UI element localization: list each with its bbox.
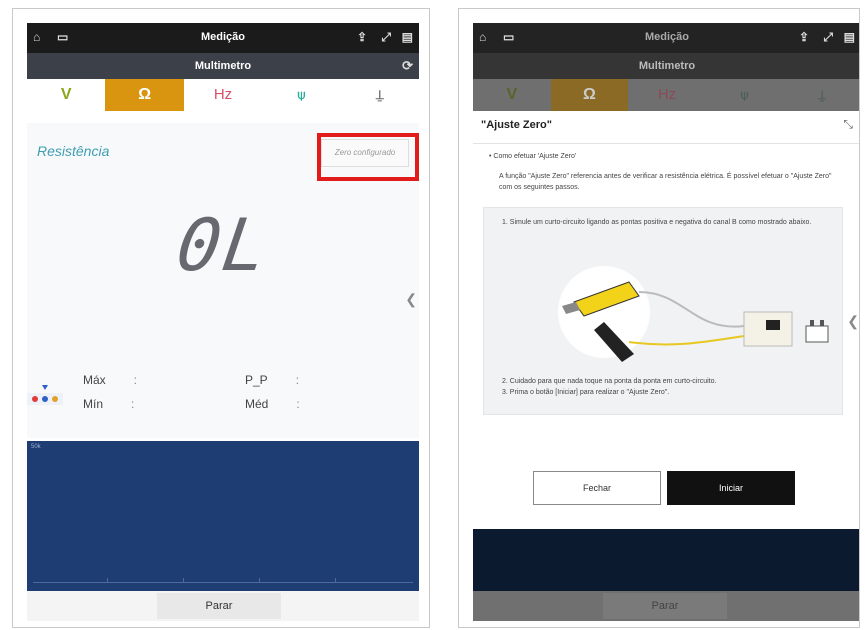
- dialog-title: "Ajuste Zero": [481, 119, 552, 131]
- app-bar: Multimetro: [473, 53, 859, 79]
- stat-colon: :: [296, 397, 300, 411]
- tab-resistance[interactable]: Ω: [105, 79, 184, 111]
- tab-resistance: Ω: [550, 79, 629, 111]
- expand-icon: ⤢: [823, 30, 833, 44]
- start-button[interactable]: Iniciar: [667, 471, 795, 505]
- tab-continuity[interactable]: ⍊: [341, 79, 419, 111]
- stat-colon: :: [295, 373, 300, 387]
- dialog-section-heading: • Como efetuar 'Ajuste Zero': [489, 153, 577, 160]
- app-title: Multimetro: [194, 60, 252, 72]
- stat-pp-label: P_P: [245, 373, 268, 387]
- graph-scale-label: 50k: [31, 444, 41, 450]
- stat-colon: :: [133, 373, 138, 387]
- bottom-bar: Parar: [27, 591, 419, 621]
- graph-tick: [259, 578, 260, 582]
- app-bar: Multimetro ⟳: [27, 53, 419, 79]
- stat-min-label: Mín: [83, 397, 104, 411]
- stat-max: Máx:: [83, 373, 137, 387]
- diode-icon: ⍦: [740, 87, 749, 102]
- instruction-step-3: 3. Prima o botão [Iniciar] para realizar…: [502, 389, 670, 396]
- graph-axis: [33, 582, 413, 583]
- status-bar: ⌂ ▭ Medição ⇪ ⤢ ▤: [27, 23, 419, 53]
- gear-icon[interactable]: ⟳: [402, 58, 413, 74]
- dialog-intro-text: A função "Ajuste Zero" referencia antes …: [499, 173, 832, 191]
- instruction-step-1: 1. Simule um curto-circuito ligando as p…: [502, 219, 812, 226]
- graph-tick: [335, 578, 336, 582]
- mode-tabs: V Ω Hz ⍦ ⍊: [473, 79, 859, 111]
- share-icon: ⇪: [798, 30, 809, 44]
- stop-button[interactable]: Parar: [157, 593, 281, 619]
- tab-continuity: ⍊: [783, 79, 859, 111]
- probe-settings-icon[interactable]: [27, 381, 63, 405]
- stat-pp: P_P:: [245, 373, 299, 387]
- mode-label: Resistência: [37, 143, 110, 159]
- app-screen-dimmed: ⌂ ▭ Medição ⇪ ⤢ ▤ Multimetro V Ω Hz ⍦ ⍊ …: [473, 23, 859, 621]
- tab-voltage[interactable]: V: [27, 79, 105, 111]
- status-bar: ⌂ ▭ Medição ⇪ ⤢ ▤: [473, 23, 859, 53]
- continuity-icon: ⍊: [818, 87, 827, 102]
- instruction-box: 1. Simule um curto-circuito ligando as p…: [483, 207, 843, 415]
- tablet-right: ⌂ ▭ Medição ⇪ ⤢ ▤ Multimetro V Ω Hz ⍦ ⍊ …: [458, 8, 860, 628]
- arrow-left-icon[interactable]: ❮: [405, 291, 417, 308]
- waveform-graph: [473, 529, 859, 591]
- menu-icon: ▤: [843, 30, 855, 44]
- close-icon[interactable]: ⤡: [843, 117, 853, 132]
- graph-tick: [107, 578, 108, 582]
- expand-icon[interactable]: ⤢: [381, 30, 391, 44]
- waveform-graph[interactable]: 50k: [27, 441, 419, 591]
- tab-frequency: Hz: [657, 86, 677, 103]
- tab-diode[interactable]: ⍦: [262, 79, 340, 111]
- divider: [473, 143, 859, 144]
- highlight-box: [317, 133, 419, 181]
- stop-button: Parar: [603, 593, 727, 619]
- zero-adjust-dialog: "Ajuste Zero" ⤡ • Como efetuar 'Ajuste Z…: [473, 111, 859, 529]
- mode-tabs: V Ω Hz ⍦ ⍊: [27, 79, 419, 111]
- arrow-left-icon: ❮: [847, 313, 859, 329]
- graph-tick: [183, 578, 184, 582]
- stat-max-label: Máx: [83, 373, 106, 387]
- stat-avg: Méd:: [245, 397, 300, 411]
- close-button[interactable]: Fechar: [533, 471, 661, 505]
- menu-icon[interactable]: ▤: [402, 30, 413, 44]
- app-screen: ⌂ ▭ Medição ⇪ ⤢ ▤ Multimetro ⟳ V Ω Hz ⍦ …: [27, 23, 419, 621]
- bottom-bar: Parar: [473, 591, 859, 621]
- tab-diode: ⍦: [706, 79, 784, 111]
- stat-min: Mín:: [83, 397, 134, 411]
- share-icon[interactable]: ⇪: [357, 30, 367, 44]
- tab-frequency[interactable]: Hz: [184, 79, 262, 111]
- instruction-step-2: 2. Cuidado para que nada toque na ponta …: [502, 378, 717, 385]
- app-title: Multimetro: [638, 60, 696, 72]
- tablet-left: ⌂ ▭ Medição ⇪ ⤢ ▤ Multimetro ⟳ V Ω Hz ⍦ …: [12, 8, 430, 628]
- probe-short-illustration: [558, 266, 829, 362]
- reading-display: 0L: [171, 203, 275, 287]
- diode-icon: ⍦: [297, 87, 306, 102]
- stat-avg-label: Méd: [245, 397, 269, 411]
- tab-voltage: V: [506, 86, 518, 103]
- continuity-icon: ⍊: [375, 87, 384, 102]
- stat-colon: :: [131, 397, 135, 411]
- measurement-panel: Resistência Zero configurado 0L ❮ Máx: M…: [27, 123, 419, 438]
